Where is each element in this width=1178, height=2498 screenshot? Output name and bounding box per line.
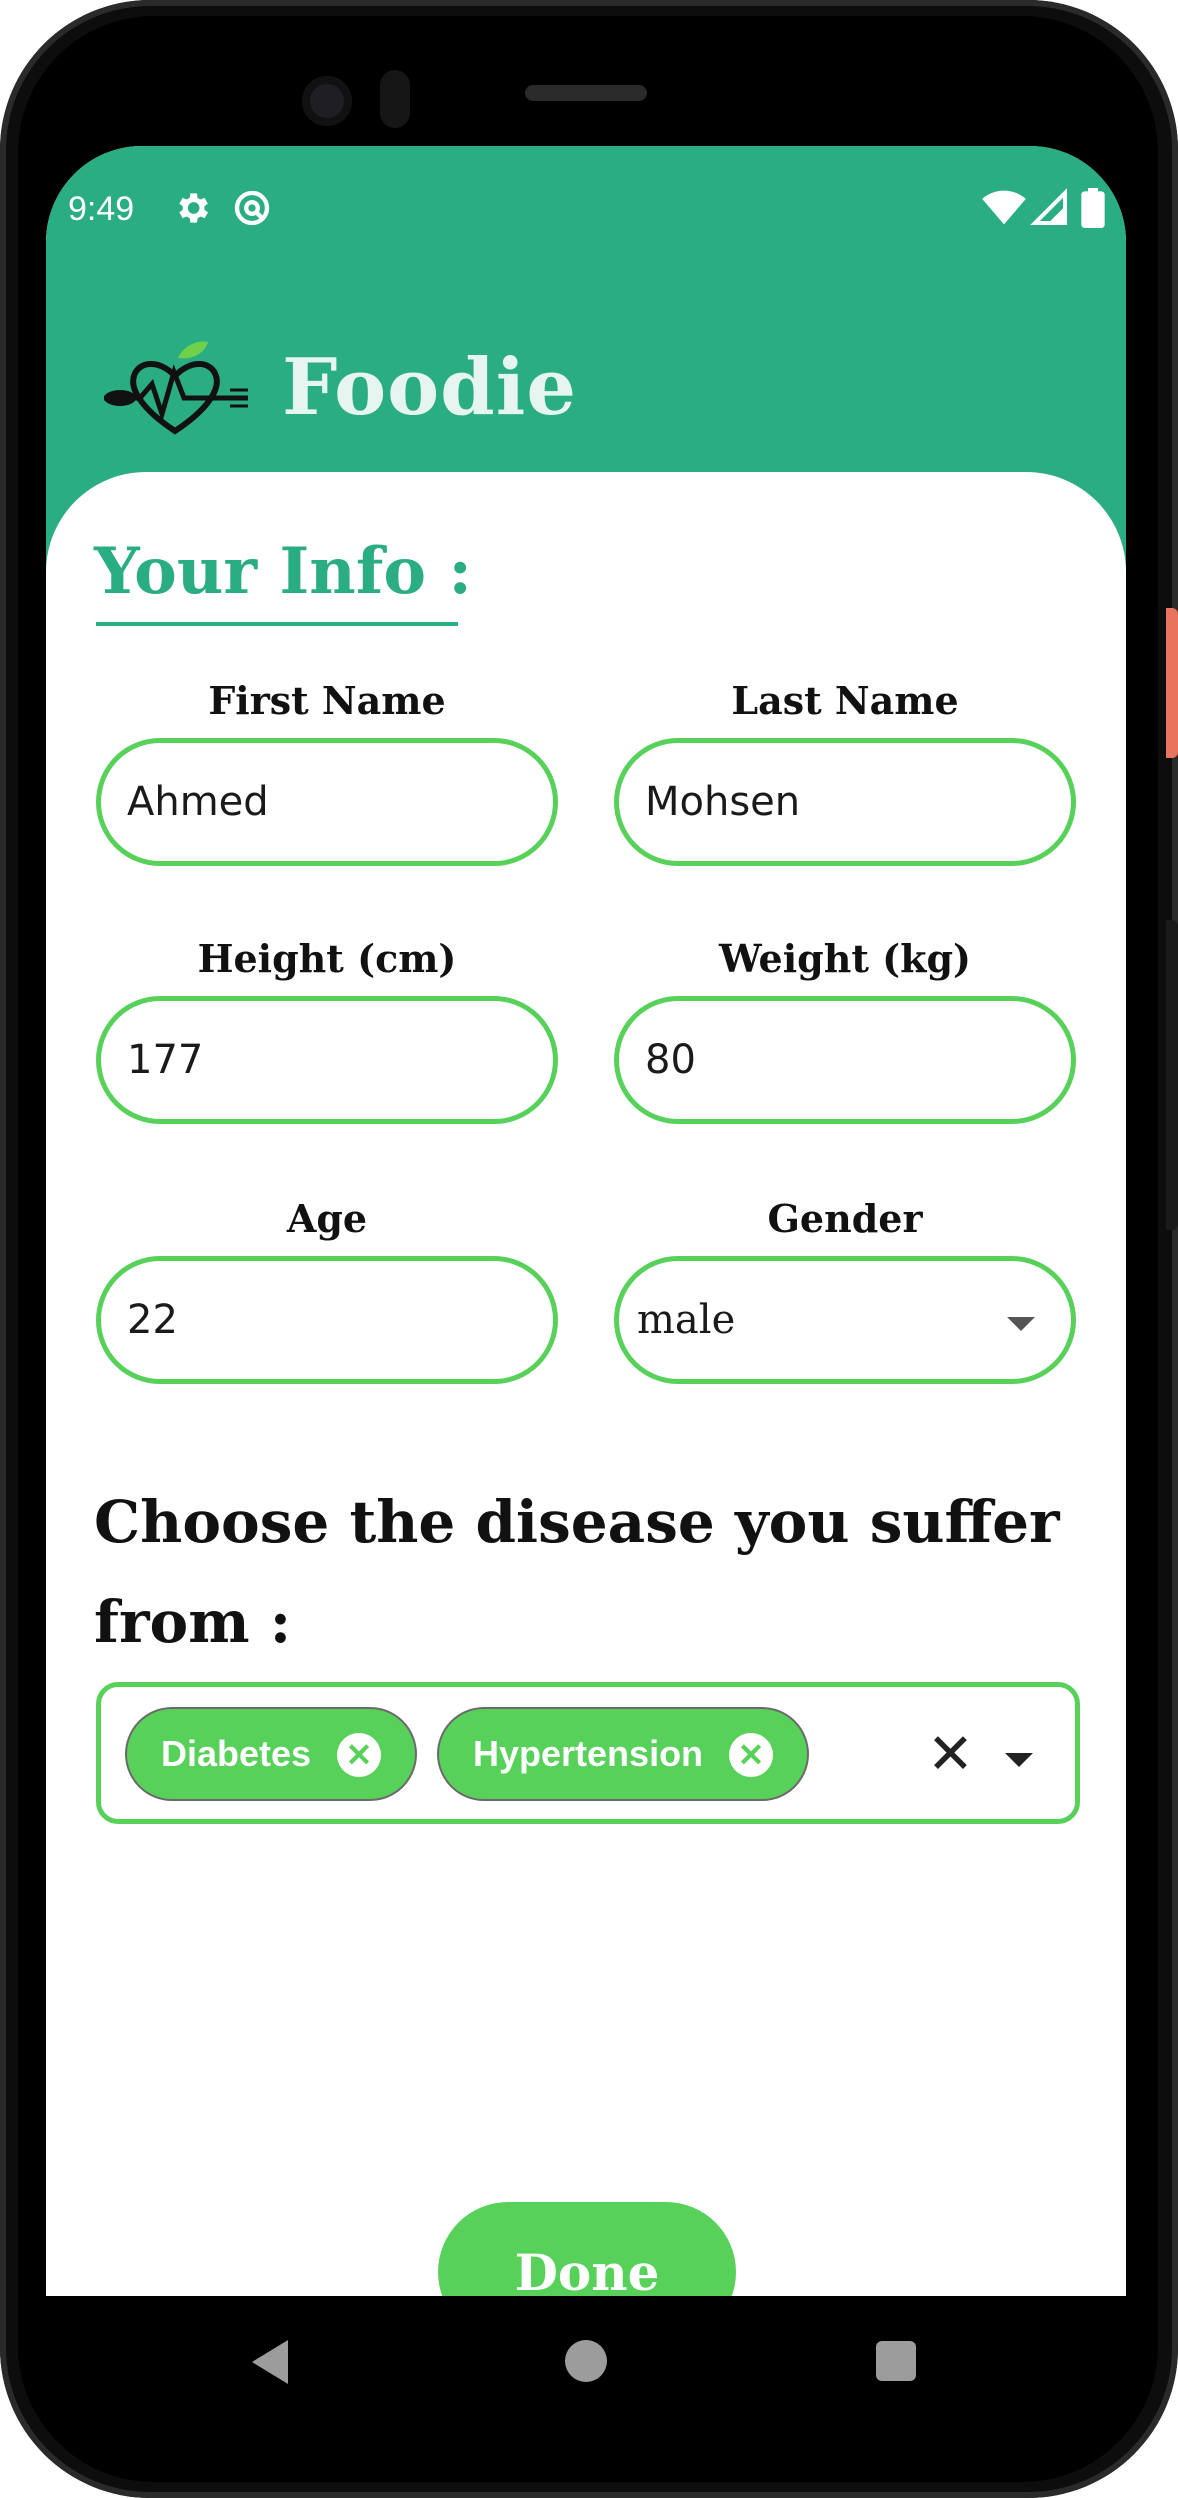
recents-icon[interactable]	[876, 2341, 916, 2381]
disease-chip[interactable]: Hypertension ✕	[437, 1707, 809, 1801]
height-label: Height (cm)	[197, 936, 457, 981]
heart-fork-spoon-logo	[104, 341, 248, 435]
at-sign-icon	[234, 190, 270, 226]
first-name-label: First Name	[208, 678, 446, 723]
age-label: Age	[286, 1196, 368, 1241]
wifi-icon	[982, 190, 1026, 225]
section-title: Your Info :	[94, 534, 472, 609]
info-card: Your Info : First Name Ahmed Last Name M…	[46, 472, 1126, 2414]
last-name-label: Last Name	[731, 678, 959, 723]
status-bar: 9:49	[46, 180, 1126, 240]
section-underline	[96, 622, 458, 626]
first-name-field[interactable]: Ahmed	[96, 738, 558, 866]
proximity-sensor	[380, 70, 410, 128]
battery-icon	[1081, 188, 1105, 228]
earpiece-speaker	[525, 85, 647, 101]
last-name-field[interactable]: Mohsen	[614, 738, 1076, 866]
weight-label: Weight (kg)	[718, 936, 972, 981]
back-icon[interactable]	[252, 2340, 288, 2384]
gender-value: male	[637, 1297, 736, 1343]
disease-question-line1: Choose the disease you suffer	[94, 1488, 1060, 1556]
gender-label: Gender	[767, 1196, 923, 1241]
clear-all-icon[interactable]: ✕	[927, 1727, 974, 1783]
home-icon[interactable]	[565, 2340, 607, 2382]
remove-chip-icon[interactable]: ✕	[337, 1733, 381, 1777]
disease-chip[interactable]: Diabetes ✕	[125, 1707, 417, 1801]
gear-icon	[179, 193, 208, 223]
power-button	[1166, 608, 1178, 758]
app-title: Foodie	[282, 342, 577, 433]
disease-question: Choose the disease you suffer from :	[94, 1472, 1094, 1672]
app-screen: 9:49 Foodie Your Info: First Name Ahmed…	[46, 146, 1126, 2414]
height-field[interactable]: 177	[96, 996, 558, 1124]
chevron-down-icon[interactable]	[1005, 1753, 1033, 1767]
age-field[interactable]: 22	[96, 1256, 558, 1384]
disease-question-line2: from :	[94, 1588, 292, 1656]
front-camera	[302, 76, 352, 126]
disease-chip-label: Diabetes	[161, 1733, 312, 1774]
weight-field[interactable]: 80	[614, 996, 1076, 1124]
system-nav-bar	[46, 2296, 1126, 2426]
volume-button	[1166, 920, 1178, 1230]
disease-chip-label: Hypertension	[473, 1733, 704, 1774]
remove-chip-icon[interactable]: ✕	[729, 1733, 773, 1777]
gender-select[interactable]: male	[614, 1256, 1076, 1384]
status-time: 9:49	[68, 190, 135, 228]
disease-multiselect[interactable]: Diabetes ✕ Hypertension ✕ ✕	[96, 1682, 1080, 1824]
signal-icon	[1030, 188, 1067, 225]
chevron-down-icon[interactable]	[1007, 1317, 1035, 1331]
